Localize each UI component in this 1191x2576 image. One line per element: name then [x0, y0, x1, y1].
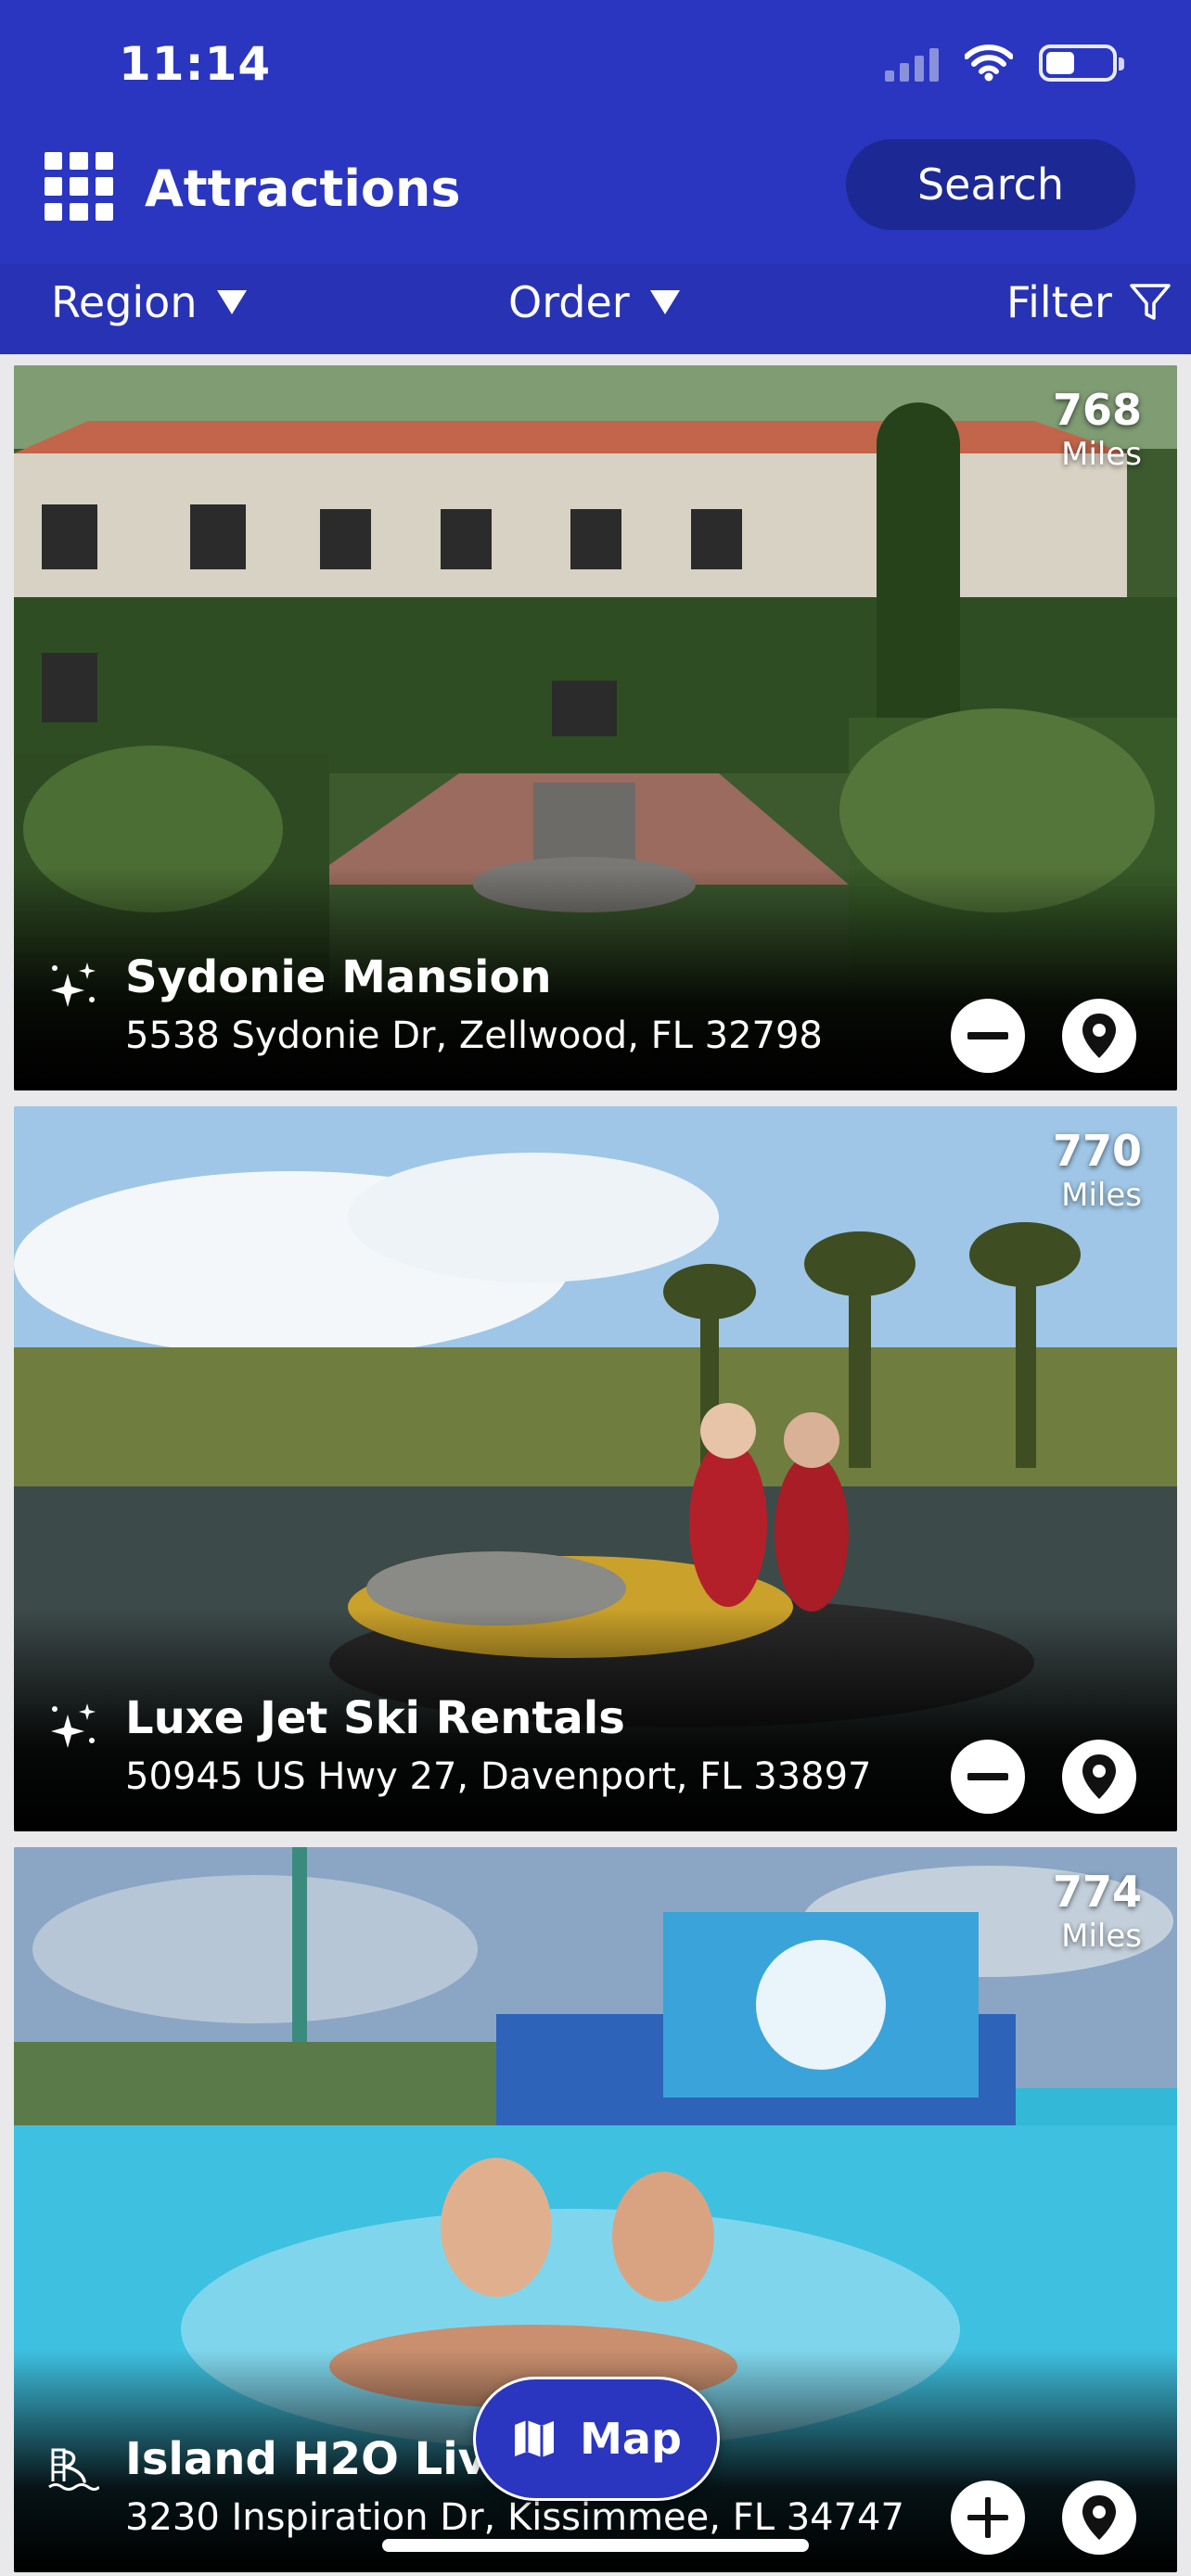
distance-unit: Miles [1061, 1918, 1142, 1955]
region-label: Region [51, 277, 198, 327]
order-dropdown[interactable]: Order [508, 277, 680, 327]
region-caret-icon [217, 290, 248, 314]
location-button[interactable] [1062, 1740, 1136, 1814]
map-pin-icon [1082, 1754, 1116, 1799]
sparkles-icon [51, 963, 96, 1007]
search-button-label: Search [916, 159, 1065, 210]
order-label: Order [508, 277, 630, 327]
map-pin-icon [1082, 1014, 1116, 1058]
distance-unit: Miles [1061, 1177, 1142, 1214]
filter-funnel-icon [1130, 284, 1171, 320]
status-time: 11:14 [119, 37, 272, 91]
plus-icon [967, 2497, 1008, 2538]
attractions-list[interactable]: 768 Miles Sydonie Mansion 5538 Sydonie D… [0, 354, 1191, 2576]
add-button[interactable] [951, 2480, 1025, 2555]
distance-value: 768 [1052, 385, 1142, 435]
top-header: 11:14 Attractions Search Region Order Fi… [0, 0, 1191, 354]
attraction-address: 5538 Sydonie Dr, Zellwood, FL 32798 [125, 1014, 823, 1057]
battery-icon [1039, 45, 1124, 82]
wifi-icon [965, 45, 1013, 82]
map-button-label: Map [580, 2414, 682, 2464]
filter-bar: Region Order Filter [0, 264, 1191, 354]
attraction-card[interactable]: 768 Miles Sydonie Mansion 5538 Sydonie D… [14, 365, 1177, 1090]
region-dropdown[interactable]: Region [51, 277, 248, 327]
distance-value: 774 [1052, 1867, 1142, 1917]
page-title: Attractions [145, 159, 461, 218]
sparkles-icon [51, 1703, 96, 1748]
map-icon [515, 2420, 555, 2457]
cellular-signal-icon [885, 45, 939, 82]
remove-button[interactable] [951, 1740, 1025, 1814]
map-pin-icon [1082, 2495, 1116, 2540]
distance-unit: Miles [1061, 436, 1142, 473]
distance-value: 770 [1052, 1126, 1142, 1176]
minus-icon [967, 1032, 1008, 1039]
menu-grid-icon[interactable] [45, 152, 113, 221]
order-caret-icon [649, 290, 680, 314]
attraction-name: Sydonie Mansion [125, 951, 552, 1003]
distance-badge: 770 Miles [1053, 1125, 1142, 1214]
map-button[interactable]: Map [473, 2377, 720, 2501]
home-indicator[interactable] [382, 2539, 809, 2552]
attraction-address: 50945 US Hwy 27, Davenport, FL 33897 [125, 1755, 872, 1798]
filter-button[interactable]: Filter [1006, 277, 1172, 327]
status-icons [885, 45, 1124, 82]
attraction-name: Luxe Jet Ski Rentals [125, 1692, 625, 1744]
attraction-address: 3230 Inspiration Dr, Kissimmee, FL 34747 [125, 2496, 904, 2539]
location-button[interactable] [1062, 2480, 1136, 2555]
app-bar: Attractions Search [0, 139, 1191, 241]
minus-icon [967, 1773, 1008, 1780]
attraction-card[interactable]: 770 Miles Luxe Jet Ski Rentals 50945 US … [14, 1106, 1177, 1831]
distance-badge: 768 Miles [1053, 384, 1142, 473]
filter-label: Filter [1006, 277, 1112, 327]
remove-button[interactable] [951, 999, 1025, 1073]
location-button[interactable] [1062, 999, 1136, 1073]
distance-badge: 774 Miles [1053, 1866, 1142, 1955]
search-button[interactable]: Search [846, 139, 1135, 230]
water-slide-icon [48, 2448, 99, 2491]
